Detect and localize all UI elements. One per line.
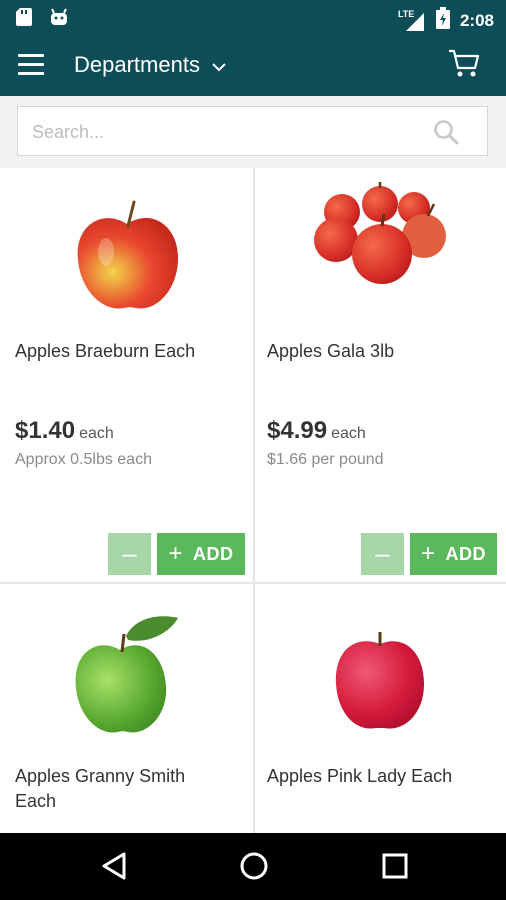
network-type-label: LTE: [397, 8, 415, 19]
price-detail: $1.66 per pound: [267, 451, 384, 468]
clock: 2:08: [459, 10, 494, 30]
departments-dropdown[interactable]: Departments: [74, 52, 226, 78]
price-unit: each: [331, 425, 366, 442]
chevron-down-icon: [212, 52, 226, 78]
hamburger-icon: [18, 54, 44, 57]
apple-gala-image: [310, 182, 450, 293]
product-name: Apples Braeburn Each: [15, 341, 196, 361]
search-input[interactable]: [30, 107, 434, 157]
product-name: Apples Gala 3lb: [267, 341, 395, 361]
search-icon[interactable]: [433, 119, 459, 150]
product-card[interactable]: Apples Pink Lady Each: [255, 584, 506, 833]
app-bar: Departments: [0, 34, 506, 96]
decrease-quantity-button[interactable]: –: [108, 533, 151, 575]
search-bar: [0, 96, 506, 168]
product-price: $4.99 each: [267, 417, 366, 445]
departments-label: Departments: [74, 52, 200, 77]
lte-signal-icon: LTE: [397, 8, 426, 31]
search-box: [17, 106, 488, 157]
plus-icon: +: [168, 540, 183, 567]
price-value: $4.99: [267, 417, 328, 444]
price-unit: each: [79, 425, 114, 442]
cart-button[interactable]: [448, 48, 480, 83]
product-card[interactable]: Apples Gala 3lb $4.99 each $1.66 per poun…: [255, 168, 506, 582]
add-label: ADD: [193, 543, 234, 564]
product-grid: Apples Braeburn Each $1.40 each Approx 0.…: [0, 168, 506, 833]
cart-icon: [448, 49, 480, 82]
sd-card-icon: [16, 8, 32, 31]
product-name: Apples Granny Smith Each: [15, 766, 186, 811]
apple-braeburn-image: [72, 200, 182, 320]
plus-icon: +: [420, 540, 436, 567]
add-to-cart-button[interactable]: + ADD: [410, 533, 497, 575]
battery-icon: [435, 7, 450, 34]
apple-pink-lady-image: [332, 628, 428, 737]
price-value: $1.40: [15, 417, 76, 444]
price-detail: Approx 0.5lbs each: [15, 451, 152, 468]
decrease-quantity-button[interactable]: –: [361, 533, 404, 575]
add-label: ADD: [445, 543, 486, 564]
menu-button[interactable]: [18, 54, 44, 76]
product-name: Apples Pink Lady Each: [267, 766, 453, 786]
product-card[interactable]: Apples Granny Smith Each: [0, 584, 253, 833]
android-icon: [50, 8, 68, 31]
product-price: $1.40 each: [15, 417, 114, 445]
add-to-cart-button[interactable]: + ADD: [157, 533, 245, 575]
recents-icon[interactable]: [381, 851, 409, 886]
home-icon[interactable]: [239, 851, 269, 886]
apple-granny-smith-image: [70, 614, 182, 741]
navigation-bar: [0, 833, 506, 900]
status-bar: LTE 2:08: [0, 0, 506, 34]
product-card[interactable]: Apples Braeburn Each $1.40 each Approx 0.…: [0, 168, 253, 582]
back-icon[interactable]: [100, 851, 128, 886]
